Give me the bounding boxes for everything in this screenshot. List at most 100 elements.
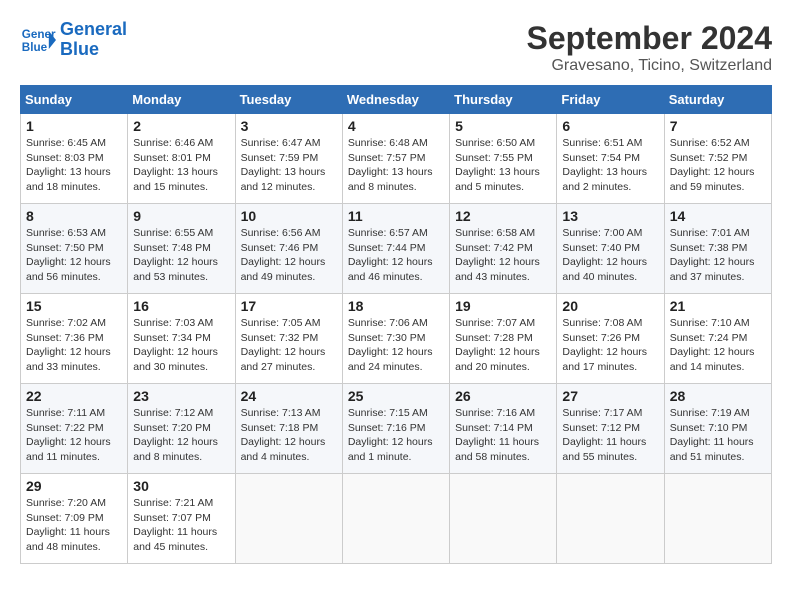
calendar-cell: 19Sunrise: 7:07 AMSunset: 7:28 PMDayligh… (450, 294, 557, 384)
day-number: 23 (133, 388, 229, 404)
weekday-header-row: SundayMondayTuesdayWednesdayThursdayFrid… (21, 86, 772, 114)
calendar-cell: 29Sunrise: 7:20 AMSunset: 7:09 PMDayligh… (21, 474, 128, 564)
day-number: 25 (348, 388, 444, 404)
calendar-cell: 23 Sunrise: 7:12 AMSunset: 7:20 PMDayligh… (128, 384, 235, 474)
calendar-table: SundayMondayTuesdayWednesdayThursdayFrid… (20, 85, 772, 564)
day-number: 22 (26, 388, 122, 404)
day-number: 12 (455, 208, 551, 224)
logo: General Blue GeneralBlue (20, 20, 127, 60)
calendar-cell: 4 Sunrise: 6:48 AMSunset: 7:57 PMDaylight… (342, 114, 449, 204)
weekday-header-thursday: Thursday (450, 86, 557, 114)
calendar-cell: 26 Sunrise: 7:16 AMSunset: 7:14 PMDayligh… (450, 384, 557, 474)
day-detail: Sunrise: 7:10 AMSunset: 7:24 PMDaylight:… (670, 316, 766, 375)
day-detail: Sunrise: 6:57 AMSunset: 7:44 PMDaylight:… (348, 226, 444, 285)
day-detail: Sunrise: 7:17 AMSunset: 7:12 PMDaylight:… (562, 406, 658, 465)
calendar-week-row: 22 Sunrise: 7:11 AMSunset: 7:22 PMDayligh… (21, 384, 772, 474)
day-detail: Sunrise: 7:11 AMSunset: 7:22 PMDaylight:… (26, 406, 122, 465)
day-detail: Sunrise: 7:08 AMSunset: 7:26 PMDaylight:… (562, 316, 658, 375)
calendar-cell (235, 474, 342, 564)
day-number: 18 (348, 298, 444, 314)
calendar-cell: 6 Sunrise: 6:51 AMSunset: 7:54 PMDaylight… (557, 114, 664, 204)
day-detail: Sunrise: 7:19 AMSunset: 7:10 PMDaylight:… (670, 406, 766, 465)
day-number: 30 (133, 478, 229, 494)
day-number: 15 (26, 298, 122, 314)
calendar-week-row: 8 Sunrise: 6:53 AMSunset: 7:50 PMDaylight… (21, 204, 772, 294)
title-area: September 2024 Gravesano, Ticino, Switze… (527, 20, 772, 75)
weekday-header-friday: Friday (557, 86, 664, 114)
calendar-week-row: 1 Sunrise: 6:45 AMSunset: 8:03 PMDaylight… (21, 114, 772, 204)
calendar-cell: 8 Sunrise: 6:53 AMSunset: 7:50 PMDaylight… (21, 204, 128, 294)
day-number: 26 (455, 388, 551, 404)
day-number: 3 (241, 118, 337, 134)
day-number: 4 (348, 118, 444, 134)
calendar-cell: 5 Sunrise: 6:50 AMSunset: 7:55 PMDaylight… (450, 114, 557, 204)
weekday-header-monday: Monday (128, 86, 235, 114)
day-number: 6 (562, 118, 658, 134)
day-detail: Sunrise: 6:45 AMSunset: 8:03 PMDaylight:… (26, 136, 122, 195)
day-number: 1 (26, 118, 122, 134)
day-detail: Sunrise: 7:03 AMSunset: 7:34 PMDaylight:… (133, 316, 229, 375)
calendar-cell: 21Sunrise: 7:10 AMSunset: 7:24 PMDayligh… (664, 294, 771, 384)
svg-text:Blue: Blue (22, 41, 48, 54)
calendar-cell: 11 Sunrise: 6:57 AMSunset: 7:44 PMDayligh… (342, 204, 449, 294)
calendar-cell: 28 Sunrise: 7:19 AMSunset: 7:10 PMDayligh… (664, 384, 771, 474)
calendar-cell: 27 Sunrise: 7:17 AMSunset: 7:12 PMDayligh… (557, 384, 664, 474)
calendar-cell: 17 Sunrise: 7:05 AMSunset: 7:32 PMDayligh… (235, 294, 342, 384)
day-detail: Sunrise: 6:52 AMSunset: 7:52 PMDaylight:… (670, 136, 766, 195)
calendar-cell: 30 Sunrise: 7:21 AMSunset: 7:07 PMDayligh… (128, 474, 235, 564)
calendar-cell: 2Sunrise: 6:46 AMSunset: 8:01 PMDaylight… (128, 114, 235, 204)
calendar-week-row: 29Sunrise: 7:20 AMSunset: 7:09 PMDayligh… (21, 474, 772, 564)
weekday-header-saturday: Saturday (664, 86, 771, 114)
day-detail: Sunrise: 6:56 AMSunset: 7:46 PMDaylight:… (241, 226, 337, 285)
logo-icon: General Blue (20, 22, 56, 58)
calendar-cell: 12 Sunrise: 6:58 AMSunset: 7:42 PMDayligh… (450, 204, 557, 294)
weekday-header-wednesday: Wednesday (342, 86, 449, 114)
calendar-cell (342, 474, 449, 564)
location-title: Gravesano, Ticino, Switzerland (527, 57, 772, 75)
day-detail: Sunrise: 6:47 AMSunset: 7:59 PMDaylight:… (241, 136, 337, 195)
calendar-cell: 25 Sunrise: 7:15 AMSunset: 7:16 PMDayligh… (342, 384, 449, 474)
day-number: 28 (670, 388, 766, 404)
day-number: 7 (670, 118, 766, 134)
calendar-cell: 1 Sunrise: 6:45 AMSunset: 8:03 PMDaylight… (21, 114, 128, 204)
day-detail: Sunrise: 6:53 AMSunset: 7:50 PMDaylight:… (26, 226, 122, 285)
day-detail: Sunrise: 7:00 AMSunset: 7:40 PMDaylight:… (562, 226, 658, 285)
day-number: 10 (241, 208, 337, 224)
day-number: 9 (133, 208, 229, 224)
calendar-cell: 24 Sunrise: 7:13 AMSunset: 7:18 PMDayligh… (235, 384, 342, 474)
day-number: 27 (562, 388, 658, 404)
day-detail: Sunrise: 7:13 AMSunset: 7:18 PMDaylight:… (241, 406, 337, 465)
day-detail: Sunrise: 7:15 AMSunset: 7:16 PMDaylight:… (348, 406, 444, 465)
calendar-cell: 15 Sunrise: 7:02 AMSunset: 7:36 PMDayligh… (21, 294, 128, 384)
day-detail: Sunrise: 7:12 AMSunset: 7:20 PMDaylight:… (133, 406, 229, 465)
day-number: 14 (670, 208, 766, 224)
day-detail: Sunrise: 7:05 AMSunset: 7:32 PMDaylight:… (241, 316, 337, 375)
day-detail: Sunrise: 6:48 AMSunset: 7:57 PMDaylight:… (348, 136, 444, 195)
day-number: 16 (133, 298, 229, 314)
day-number: 17 (241, 298, 337, 314)
calendar-cell (450, 474, 557, 564)
day-number: 19 (455, 298, 551, 314)
month-title: September 2024 (527, 20, 772, 57)
weekday-header-sunday: Sunday (21, 86, 128, 114)
day-number: 24 (241, 388, 337, 404)
day-detail: Sunrise: 7:02 AMSunset: 7:36 PMDaylight:… (26, 316, 122, 375)
calendar-cell (664, 474, 771, 564)
calendar-cell (557, 474, 664, 564)
calendar-cell: 10 Sunrise: 6:56 AMSunset: 7:46 PMDayligh… (235, 204, 342, 294)
day-detail: Sunrise: 7:16 AMSunset: 7:14 PMDaylight:… (455, 406, 551, 465)
day-number: 5 (455, 118, 551, 134)
calendar-cell: 3 Sunrise: 6:47 AMSunset: 7:59 PMDaylight… (235, 114, 342, 204)
day-number: 13 (562, 208, 658, 224)
page-header: General Blue GeneralBlue September 2024 … (20, 20, 772, 75)
calendar-cell: 14Sunrise: 7:01 AMSunset: 7:38 PMDayligh… (664, 204, 771, 294)
calendar-cell: 18 Sunrise: 7:06 AMSunset: 7:30 PMDayligh… (342, 294, 449, 384)
day-detail: Sunrise: 6:50 AMSunset: 7:55 PMDaylight:… (455, 136, 551, 195)
day-number: 11 (348, 208, 444, 224)
day-number: 8 (26, 208, 122, 224)
day-detail: Sunrise: 7:21 AMSunset: 7:07 PMDaylight:… (133, 496, 229, 555)
day-detail: Sunrise: 7:06 AMSunset: 7:30 PMDaylight:… (348, 316, 444, 375)
day-detail: Sunrise: 6:46 AMSunset: 8:01 PMDaylight:… (133, 136, 229, 195)
day-detail: Sunrise: 6:51 AMSunset: 7:54 PMDaylight:… (562, 136, 658, 195)
day-detail: Sunrise: 6:58 AMSunset: 7:42 PMDaylight:… (455, 226, 551, 285)
